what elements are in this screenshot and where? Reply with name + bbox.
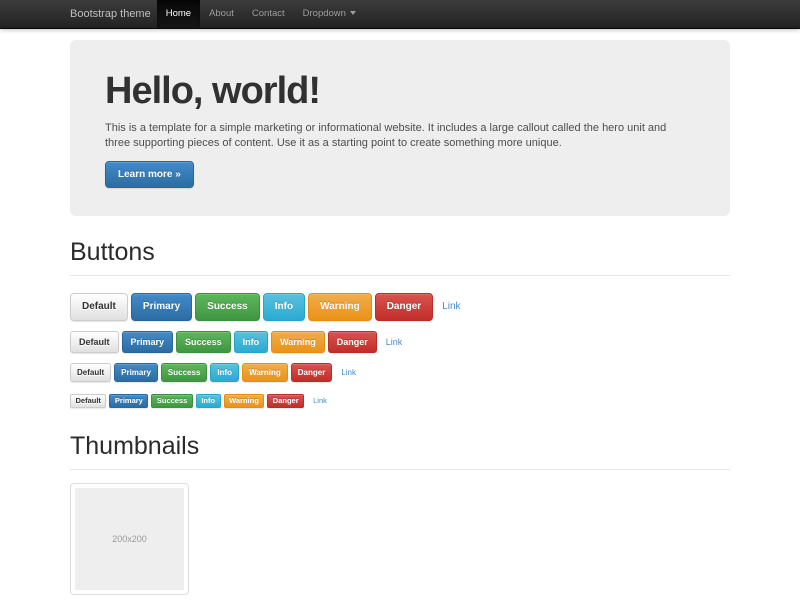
btn-primary-large[interactable]: Primary — [131, 293, 192, 321]
caret-down-icon — [350, 11, 356, 15]
btn-danger-small[interactable]: Danger — [291, 363, 333, 382]
placeholder-image: 200x200 — [75, 488, 184, 590]
buttons-section-heading: Buttons — [70, 239, 730, 266]
btn-info-small[interactable]: Info — [210, 363, 239, 382]
btn-success-large[interactable]: Success — [195, 293, 260, 321]
btn-warning-large[interactable]: Warning — [308, 293, 372, 321]
main-container: Hello, world! This is a template for a s… — [70, 40, 730, 595]
btn-primary-small[interactable]: Primary — [114, 363, 158, 382]
button-row-default: DefaultPrimarySuccessInfoWarningDangerLi… — [70, 331, 730, 353]
btn-success-default[interactable]: Success — [176, 331, 231, 353]
btn-danger-default[interactable]: Danger — [328, 331, 377, 353]
hero-title: Hello, world! — [105, 71, 695, 111]
btn-info-large[interactable]: Info — [263, 293, 305, 321]
btn-danger-extra-small[interactable]: Danger — [267, 394, 304, 409]
btn-info-extra-small[interactable]: Info — [196, 394, 221, 409]
btn-link-extra-small[interactable]: Link — [307, 397, 327, 405]
nav-item-label: Home — [166, 8, 191, 19]
btn-danger-large[interactable]: Danger — [375, 293, 433, 321]
btn-link-large[interactable]: Link — [436, 302, 460, 312]
buttons-section-header: Buttons — [70, 239, 730, 276]
nav-item-label: Contact — [252, 8, 285, 19]
btn-link-default[interactable]: Link — [380, 338, 403, 347]
btn-warning-extra-small[interactable]: Warning — [224, 394, 265, 409]
btn-success-extra-small[interactable]: Success — [151, 394, 192, 409]
button-row-large: DefaultPrimarySuccessInfoWarningDangerLi… — [70, 293, 730, 321]
thumbnails-section-header: Thumbnails — [70, 433, 730, 470]
thumbnails-section-heading: Thumbnails — [70, 433, 730, 460]
btn-success-small[interactable]: Success — [161, 363, 207, 382]
nav-item-dropdown[interactable]: Dropdown — [294, 0, 365, 28]
thumbnails-row: 200x200 — [70, 483, 730, 595]
btn-warning-default[interactable]: Warning — [271, 331, 325, 353]
btn-warning-small[interactable]: Warning — [242, 363, 288, 382]
btn-primary-default[interactable]: Primary — [122, 331, 174, 353]
btn-info-default[interactable]: Info — [234, 331, 269, 353]
nav-item-label: About — [209, 8, 234, 19]
btn-primary-extra-small[interactable]: Primary — [109, 394, 148, 409]
thumbnail[interactable]: 200x200 — [70, 483, 189, 595]
nav-item-home[interactable]: Home — [157, 0, 200, 28]
learn-more-button[interactable]: Learn more » — [105, 161, 194, 188]
nav-item-label: Dropdown — [303, 8, 346, 19]
hero-description: This is a template for a simple marketin… — [105, 121, 693, 151]
btn-link-small[interactable]: Link — [335, 369, 356, 377]
button-rows: DefaultPrimarySuccessInfoWarningDangerLi… — [70, 293, 730, 410]
navbar: Bootstrap theme Home About Contact Dropdown — [0, 0, 800, 29]
btn-default-large[interactable]: Default — [70, 293, 128, 321]
button-row-small: DefaultPrimarySuccessInfoWarningDangerLi… — [70, 363, 730, 382]
nav-item-contact[interactable]: Contact — [243, 0, 294, 28]
btn-default-extra-small[interactable]: Default — [70, 394, 106, 409]
btn-default-small[interactable]: Default — [70, 363, 111, 382]
navbar-menu: Home About Contact Dropdown — [157, 0, 365, 28]
btn-default-default[interactable]: Default — [70, 331, 119, 353]
button-row-extra-small: DefaultPrimarySuccess InfoWarningDangerLi… — [70, 392, 730, 410]
hero-unit: Hello, world! This is a template for a s… — [70, 40, 730, 216]
nav-item-about[interactable]: About — [200, 0, 243, 28]
navbar-brand[interactable]: Bootstrap theme — [70, 0, 151, 28]
